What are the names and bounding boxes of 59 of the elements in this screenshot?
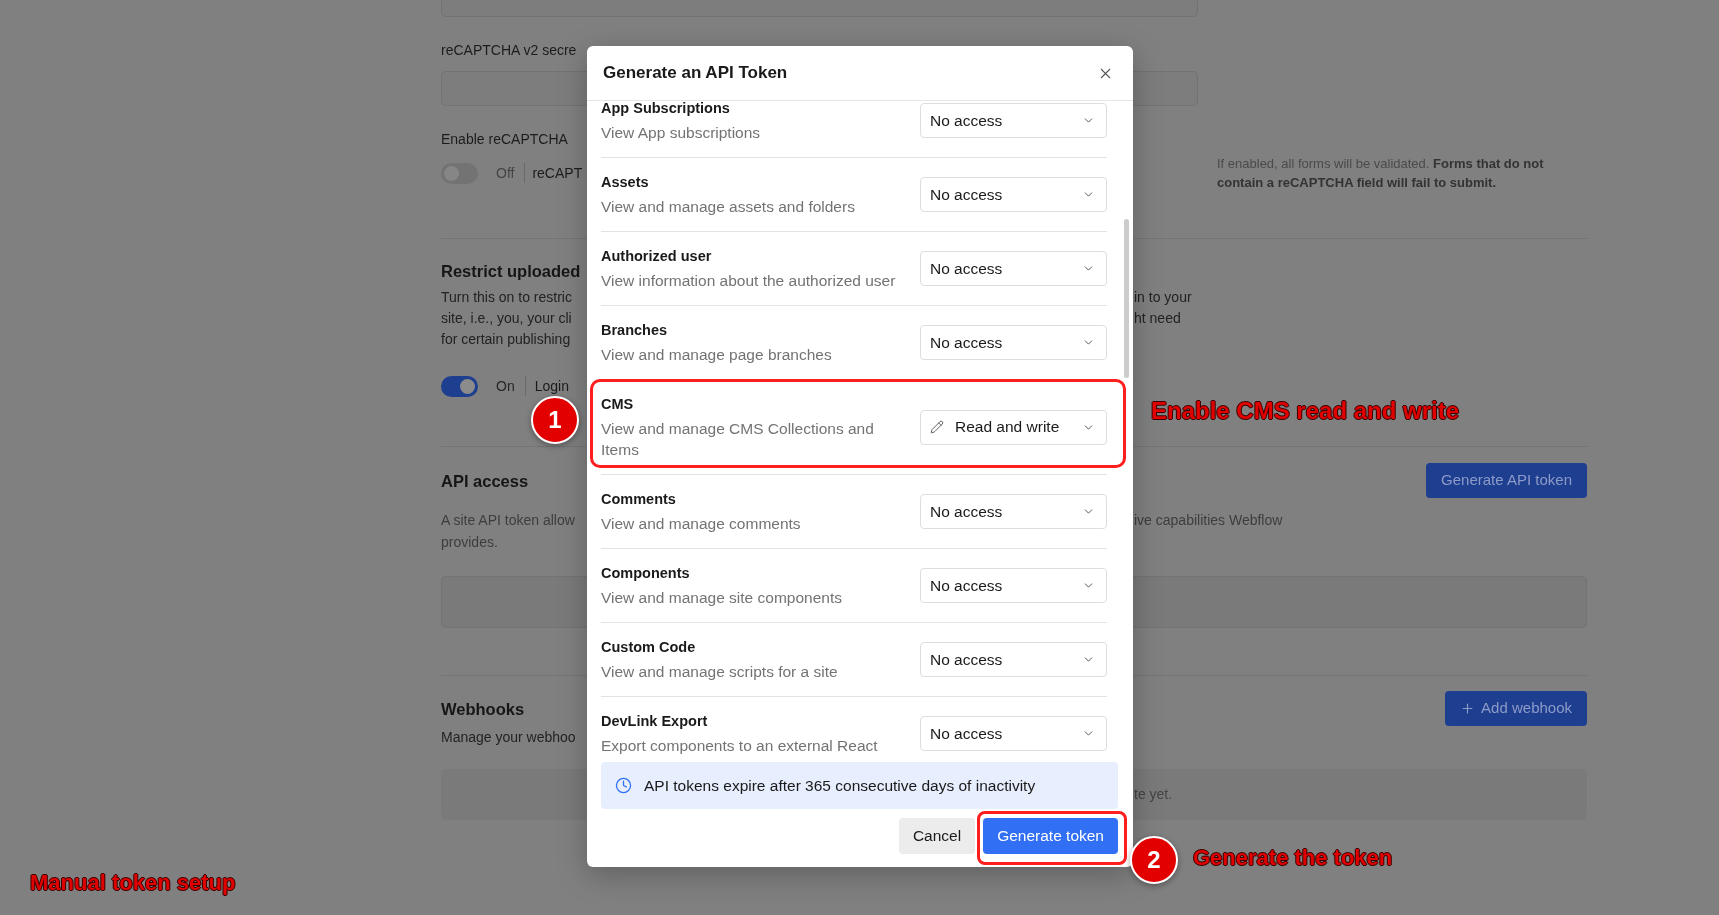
section-description: in to your ht need — [1134, 288, 1192, 328]
permission-description: View information about the authorized user — [601, 271, 897, 291]
permission-description: View and manage scripts for a site — [601, 662, 839, 682]
section-heading: Webhooks — [441, 698, 525, 720]
permission-name: Custom Code — [601, 638, 697, 657]
generate-api-token-button[interactable]: Generate API token — [1426, 463, 1587, 498]
annotation-caption: Manual token setup — [30, 869, 236, 897]
permission-description: View and manage site components — [601, 588, 843, 608]
dialog-title: Generate an API Token — [603, 62, 788, 85]
option-text: Login — [534, 376, 569, 396]
pencil-icon — [930, 420, 944, 434]
toggle-label: On — [496, 376, 515, 396]
permission-description: View App subscriptions — [601, 123, 762, 143]
permission-name: App Subscriptions — [601, 101, 731, 118]
permission-description: View and manage comments — [601, 514, 802, 534]
clock-icon — [615, 777, 632, 794]
permission-name: CMS — [601, 395, 635, 414]
permission-description: View and manage page branches — [601, 345, 833, 365]
input-field[interactable] — [441, 71, 587, 106]
access-select[interactable]: No access — [920, 494, 1107, 529]
section-heading: API access — [441, 470, 529, 492]
access-select[interactable]: No access — [920, 325, 1107, 360]
section-heading: Restrict uploaded — [441, 261, 582, 282]
scrollbar-thumb[interactable] — [1124, 219, 1129, 378]
notice-text: API tokens expire after 365 consecutive days of inactivity — [644, 775, 1036, 796]
permission-description: Export components to an external React — [601, 736, 879, 755]
access-select[interactable]: No access — [920, 251, 1107, 286]
field-label: reCAPTCHA v2 secre — [441, 41, 577, 60]
section-description: A site API token allow provides. — [441, 511, 576, 552]
section-description: Turn this on to restric site, i.e., you, your cli for certain publishing — [441, 288, 573, 349]
permission-name: DevLink Export — [601, 712, 709, 731]
step-marker: 1 — [531, 396, 579, 444]
field-label: Enable reCAPTCHA — [441, 130, 569, 149]
annotation-text: Enable CMS read and write — [1151, 396, 1460, 426]
plus-icon — [1460, 701, 1476, 716]
permission-name: Assets — [601, 173, 650, 192]
toggle-switch[interactable] — [441, 375, 478, 397]
generate-token-button[interactable]: Generate token — [983, 818, 1118, 854]
input-field[interactable] — [1133, 71, 1198, 106]
access-select[interactable]: No access — [920, 568, 1107, 603]
access-select[interactable]: No access — [920, 103, 1107, 138]
access-select[interactable]: No access — [920, 177, 1107, 212]
permission-name: Comments — [601, 490, 677, 509]
access-select[interactable]: No access — [920, 642, 1107, 677]
step-marker: 2 — [1130, 836, 1178, 884]
section-description: Manage your webhoo — [441, 728, 576, 747]
option-text: reCAPT — [532, 163, 583, 183]
access-select[interactable]: No access — [920, 716, 1107, 751]
section-description: ive capabilities Webflow — [1133, 511, 1283, 530]
toggle-label: Off — [496, 163, 515, 183]
access-select[interactable]: Read and write — [920, 409, 1107, 445]
permission-description: View and manage CMS Collections and Items — [601, 419, 875, 460]
permission-name: Branches — [601, 321, 669, 340]
permission-description: View and manage assets and folders — [601, 197, 856, 217]
permission-name: Authorized user — [601, 247, 713, 266]
cancel-button[interactable]: Cancel — [898, 818, 976, 854]
permission-name: Components — [601, 564, 691, 583]
add-webhook-button[interactable]: Add webhook — [1445, 691, 1587, 726]
annotation-text: Generate the token — [1193, 845, 1393, 871]
